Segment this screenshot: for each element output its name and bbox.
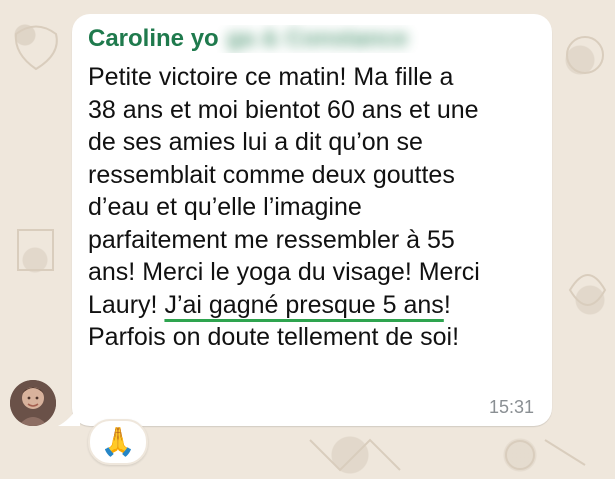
avatar[interactable] xyxy=(10,380,56,426)
message-line: Parfois on doute tellement de soi! xyxy=(88,323,460,351)
avatar-image xyxy=(10,380,56,426)
message-reaction[interactable]: 🙏 xyxy=(88,419,148,465)
wallpaper-doodle-icon xyxy=(14,25,58,71)
wallpaper-doodle-icon xyxy=(568,274,607,306)
sender-name-visible: Caroline yo xyxy=(88,25,219,52)
bubble-tail xyxy=(58,404,80,426)
message-line: 38 ans et moi bientot 60 ans et une xyxy=(88,95,479,124)
message-text-segment: Laury! xyxy=(88,290,165,319)
message-timestamp: 15:31 xyxy=(488,397,534,417)
underlined-phrase: J’ai gagné presque 5 ans xyxy=(164,290,444,319)
message-line: d’eau et qu’elle l’imagine xyxy=(88,193,362,221)
wallpaper-doodle-icon xyxy=(505,439,586,470)
wallpaper-doodle-icon xyxy=(17,229,54,271)
sender-name-blurred: ga & Constance xyxy=(226,25,409,52)
message-line: ressemblait comme deux gouttes xyxy=(88,160,455,189)
message-bubble[interactable]: Caroline yo ga & Constance Petite victoir… xyxy=(72,14,552,426)
message-text: Petite victoire ce matin! Ma fille a 38 … xyxy=(88,61,540,354)
message-line: de ses amies lui a dit qu’on se xyxy=(88,128,423,156)
wallpaper-doodle-icon xyxy=(309,438,401,472)
message-line-mixed: Laury! J’ai gagné presque 5 ans! xyxy=(88,289,540,322)
message-text-segment: ! xyxy=(443,290,451,319)
message-line: parfaitement me ressembler à 55 xyxy=(88,225,455,254)
message-line: ans! Merci le yoga du visage! Merci xyxy=(88,258,480,286)
wallpaper-doodle-icon xyxy=(566,36,604,74)
folded-hands-icon: 🙏 xyxy=(100,426,136,457)
sender-name: Caroline yo ga & Constance xyxy=(88,25,428,53)
message-line: Petite victoire ce matin! Ma fille a xyxy=(88,63,454,91)
